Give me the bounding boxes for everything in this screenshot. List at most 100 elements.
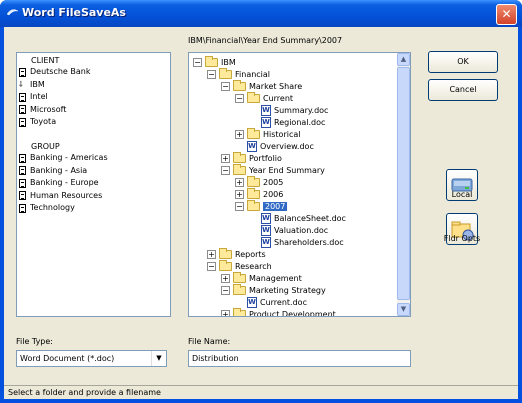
collapse-icon[interactable]: − xyxy=(235,201,244,211)
favorites-list[interactable]: CLIENT Deutsche Bank ⸸ IBM Intel Microsof… xyxy=(16,52,171,317)
tree-folder[interactable]: + Product Development xyxy=(221,307,336,317)
collapse-icon[interactable]: − xyxy=(193,57,202,67)
tree-item-label: Product Development xyxy=(249,309,336,317)
tree-folder[interactable]: +2005 xyxy=(235,175,283,188)
window-frame-right xyxy=(518,27,522,403)
folder-icon xyxy=(247,175,260,187)
list-item[interactable]: Human Resources xyxy=(17,190,167,203)
list-item[interactable]: Microsoft xyxy=(17,104,167,117)
scroll-up-button[interactable]: ▲ xyxy=(397,53,410,66)
folder-tree[interactable]: ▲ ▼ − IBM − Financial − Market Share − Current W… xyxy=(188,52,411,317)
ok-button[interactable]: OK xyxy=(428,51,498,73)
collapse-icon[interactable]: − xyxy=(221,165,230,175)
file-type-value: Word Document (*.doc) xyxy=(20,354,115,363)
tree-file[interactable]: W Regional.doc xyxy=(249,116,325,128)
file-name-label: File Name: xyxy=(188,337,231,346)
list-item[interactable]: Deutsche Bank xyxy=(17,66,167,79)
tree-item-label: BalanceSheet.doc xyxy=(274,213,346,223)
client-heading: CLIENT xyxy=(31,56,60,65)
cancel-button[interactable]: Cancel xyxy=(428,79,498,101)
tree-folder[interactable]: + Historical xyxy=(235,127,300,140)
expand-icon[interactable]: + xyxy=(207,249,216,259)
document-icon xyxy=(19,191,26,201)
collapse-icon[interactable]: − xyxy=(235,93,244,103)
folder-options-label[interactable]: Fldr Opts xyxy=(437,234,487,243)
expand-icon[interactable]: + xyxy=(221,153,230,163)
document-icon xyxy=(19,178,26,188)
list-item[interactable]: Banking - Americas xyxy=(17,152,167,165)
chevron-down-icon[interactable]: ▼ xyxy=(151,351,166,366)
tree-folder[interactable]: − Financial xyxy=(207,67,271,80)
tree-item-label: 2007 xyxy=(263,201,288,211)
tree-folder[interactable]: + Reports xyxy=(207,247,266,260)
tree-file[interactable]: W Current.doc xyxy=(235,296,307,308)
expand-icon[interactable]: + xyxy=(235,177,244,187)
scroll-thumb[interactable] xyxy=(397,67,410,300)
tree-item-label: 2006 xyxy=(263,189,284,199)
collapse-icon[interactable]: − xyxy=(207,69,216,79)
document-icon xyxy=(19,67,26,77)
tree-item-label: Financial xyxy=(235,69,271,79)
tree-folder[interactable]: + Portfolio xyxy=(221,151,282,164)
document-icon xyxy=(19,105,26,115)
tree-item-label: Portfolio xyxy=(249,153,282,163)
tree-item-label: IBM xyxy=(221,57,236,67)
expand-icon[interactable]: + xyxy=(221,273,230,283)
folder-icon xyxy=(233,283,246,295)
file-type-select[interactable]: Word Document (*.doc) ▼ xyxy=(16,350,167,367)
close-button[interactable]: ✕ xyxy=(496,4,517,25)
file-type-label: File Type: xyxy=(16,337,53,346)
list-item[interactable]: Intel xyxy=(17,91,167,104)
tree-file[interactable]: W BalanceSheet.doc xyxy=(249,212,346,224)
list-item[interactable]: Toyota xyxy=(17,116,167,129)
tree-item-label: Market Share xyxy=(249,81,303,91)
list-item[interactable]: ⸸ IBM xyxy=(17,79,167,92)
folder-icon xyxy=(247,187,260,199)
tree-folder[interactable]: − IBM xyxy=(193,55,236,68)
folder-icon xyxy=(233,163,246,175)
folder-icon xyxy=(233,151,246,163)
tree-folder[interactable]: − Market Share xyxy=(221,79,303,92)
tree-file[interactable]: W Summary.doc xyxy=(249,104,328,116)
list-item[interactable]: Banking - Asia xyxy=(17,165,167,178)
title-bar[interactable]: Word FileSaveAs ✕ xyxy=(0,0,522,27)
local-button-label[interactable]: Local xyxy=(437,190,487,199)
folder-icon xyxy=(247,127,260,139)
list-item[interactable]: Banking - Europe xyxy=(17,177,167,190)
tree-file[interactable]: W Valuation.doc xyxy=(249,224,328,236)
tree-folder[interactable]: − Marketing Strategy xyxy=(221,283,326,296)
collapse-icon[interactable]: − xyxy=(221,285,230,295)
tree-folder[interactable]: − Research xyxy=(207,259,272,272)
tree-item-label: Regional.doc xyxy=(274,117,326,127)
tree-file[interactable]: W Shareholders.doc xyxy=(249,236,344,248)
tree-folder[interactable]: − Current xyxy=(235,91,293,104)
expand-icon[interactable]: + xyxy=(221,309,230,316)
tree-scrollbar[interactable]: ▲ ▼ xyxy=(397,53,410,316)
document-icon xyxy=(19,203,26,213)
chevron-down-icon: ▼ xyxy=(400,305,407,313)
list-item-label: Deutsche Bank xyxy=(30,67,91,76)
dialog-window: Word FileSaveAs ✕ CLIENT Deutsche Bank ⸸… xyxy=(0,0,522,403)
tree-folder[interactable]: + Management xyxy=(221,271,302,284)
list-item-label: Banking - Asia xyxy=(30,165,88,175)
chevron-up-icon: ▲ xyxy=(400,55,407,63)
expand-icon[interactable]: + xyxy=(235,129,244,139)
list-item[interactable]: Technology xyxy=(17,202,167,215)
window-title: Word FileSaveAs xyxy=(22,6,126,19)
folder-icon xyxy=(233,271,246,283)
collapse-icon[interactable]: − xyxy=(207,261,216,271)
expand-icon[interactable]: + xyxy=(235,189,244,199)
tree-folder[interactable]: +2006 xyxy=(235,187,284,200)
close-icon: ✕ xyxy=(501,7,512,21)
tree-folder[interactable]: − 2007 xyxy=(235,199,288,212)
collapse-icon[interactable]: − xyxy=(221,81,230,91)
folder-icon xyxy=(219,247,232,259)
file-name-input[interactable] xyxy=(188,350,411,367)
list-item-label: Toyota xyxy=(30,117,57,126)
word-document-icon: W xyxy=(247,296,257,308)
tree-file[interactable]: W Overview.doc xyxy=(235,140,314,152)
tree-item-label: Reports xyxy=(235,249,266,259)
list-item-label: Microsoft xyxy=(30,104,67,114)
tree-folder[interactable]: − Year End Summary xyxy=(221,163,325,176)
scroll-down-button[interactable]: ▼ xyxy=(397,303,410,316)
